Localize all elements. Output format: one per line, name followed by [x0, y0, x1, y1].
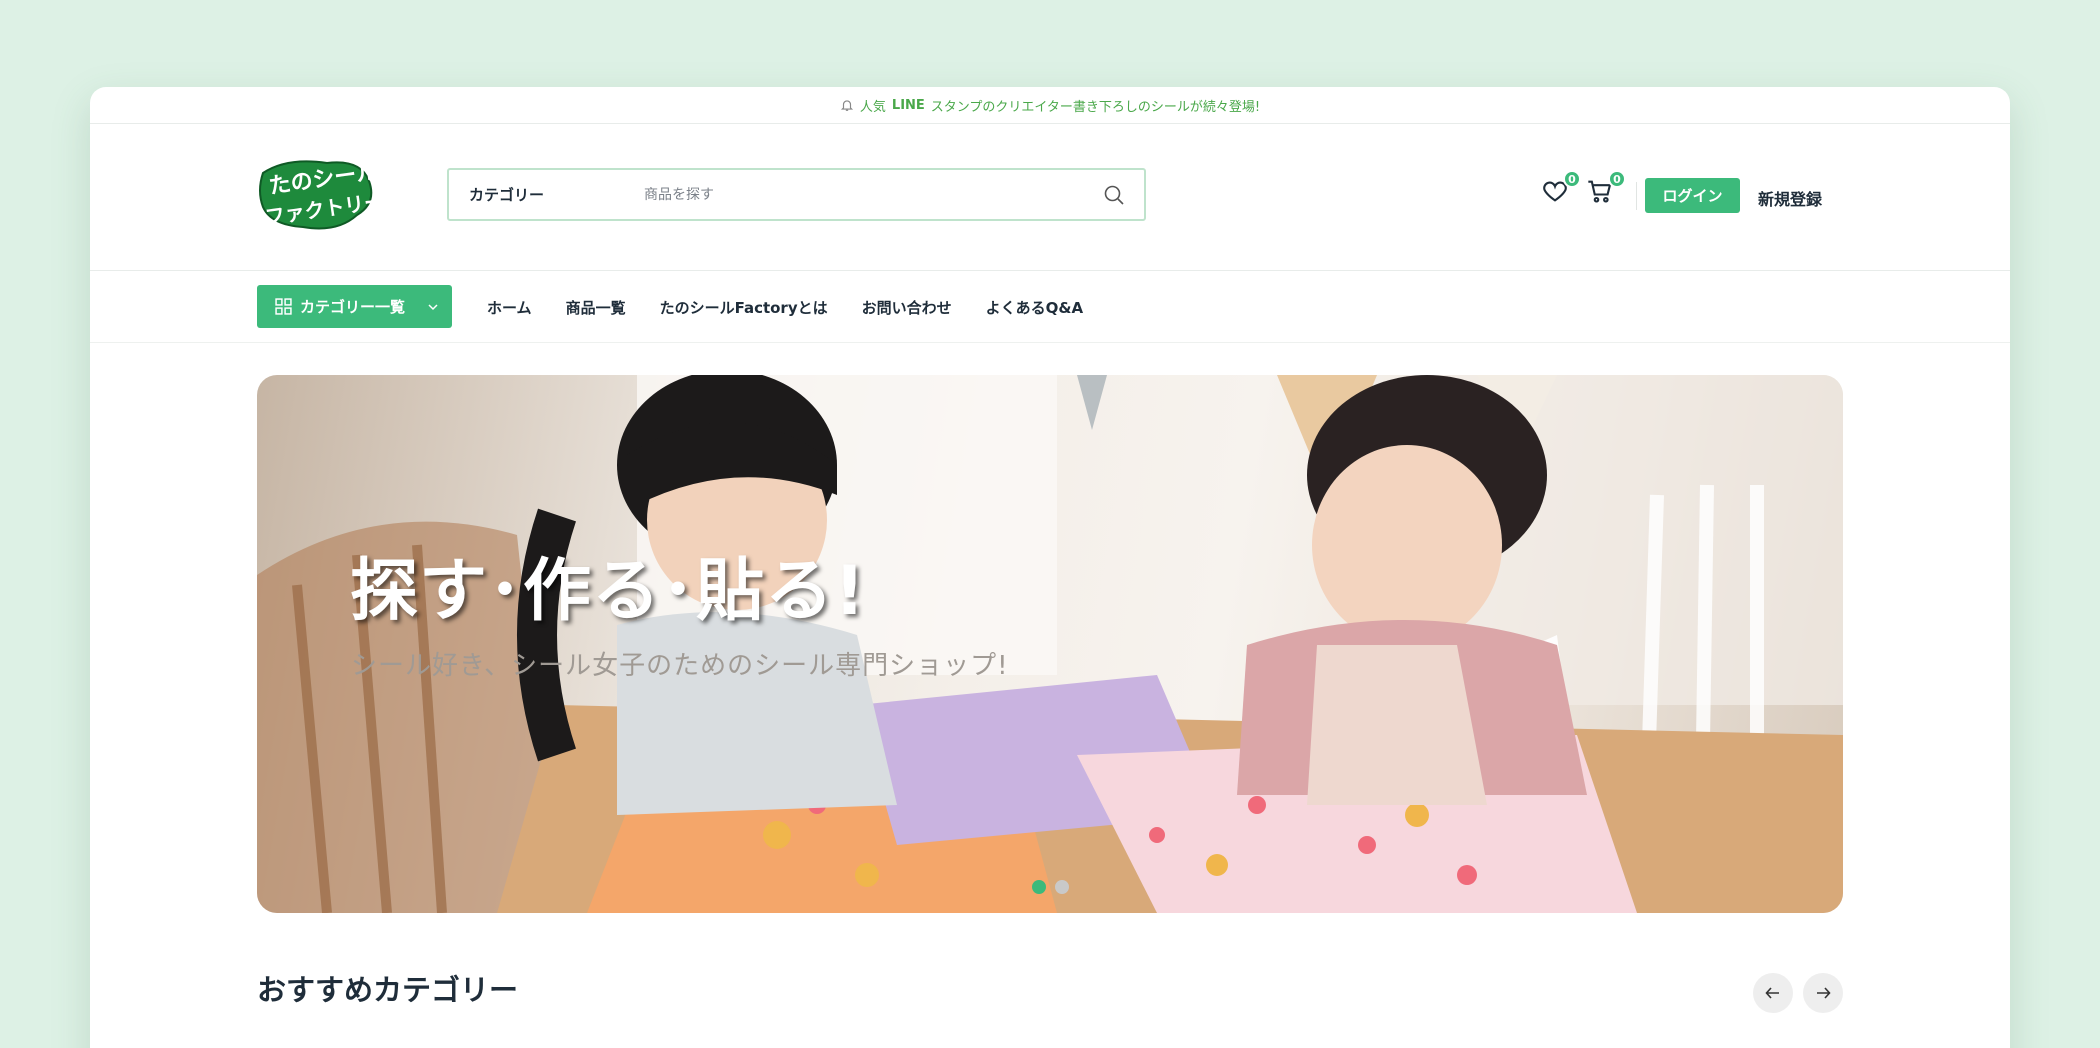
announcement-bar: 人気 LINE スタンプのクリエイター書き下ろしのシールが続々登場! [90, 87, 2010, 124]
carousel-dot-1[interactable] [1032, 880, 1046, 894]
carousel-dot-2[interactable] [1055, 880, 1069, 894]
hero-subtitle: シール好き、シール女子のためのシール専門ショップ! [351, 651, 1009, 681]
bell-icon [840, 100, 853, 111]
search-bar: カテゴリー [447, 168, 1146, 221]
grid-icon [275, 298, 292, 315]
browser-window: 人気 LINE スタンプのクリエイター書き下ろしのシールが続々登場! たのシール フ… [90, 87, 2010, 1048]
hero-title: 探す･作る･貼る! [350, 552, 867, 631]
logo-image: たのシール ファクトリー [259, 160, 386, 230]
search-input[interactable] [644, 186, 1102, 203]
announcement-prefix: 人気 [859, 99, 886, 115]
register-link[interactable]: 新規登録 [1758, 186, 1822, 210]
announcement-text: スタンプのクリエイター書き下ろしのシールが続々登場! [930, 99, 1261, 115]
nav-link-products[interactable]: 商品一覧 [566, 297, 626, 318]
search-icon[interactable] [1102, 183, 1126, 207]
cart-button[interactable]: 0 [1586, 170, 1626, 207]
site-logo[interactable]: たのシール ファクトリー [257, 153, 386, 233]
hero-banner[interactable]: 探す･作る･貼る! シール好き、シール女子のためのシール専門ショップ! [257, 375, 1843, 913]
wishlist-count-badge: 0 [1563, 170, 1581, 188]
arrow-left-icon [1765, 987, 1779, 999]
category-menu-button[interactable]: カテゴリー一覧 [257, 285, 452, 328]
arrow-right-icon [1817, 987, 1831, 999]
login-button[interactable]: ログイン [1645, 178, 1740, 213]
announcement-highlight: LINE [891, 97, 925, 113]
carousel-prev-button[interactable] [1753, 973, 1793, 1013]
chevron-down-icon [428, 303, 438, 310]
nav-links: ホーム 商品一覧 たのシールFactoryとは お問い合わせ よくあるQ&A [487, 271, 1083, 343]
main-nav: カテゴリー一覧 ホーム 商品一覧 たのシールFactoryとは お問い合わせ よ… [90, 271, 2010, 343]
nav-link-contact[interactable]: お問い合わせ [862, 297, 952, 318]
nav-link-about[interactable]: たのシールFactoryとは [660, 297, 828, 318]
recommended-categories-heading: おすすめカテゴリー [257, 973, 519, 1007]
nav-link-home[interactable]: ホーム [487, 297, 532, 318]
category-menu-label: カテゴリー一覧 [300, 298, 406, 316]
carousel-dots [1032, 880, 1069, 894]
nav-link-faq[interactable]: よくあるQ&A [986, 297, 1083, 318]
search-category-select[interactable]: カテゴリー [449, 184, 644, 205]
hero-photo [257, 375, 1843, 913]
carousel-next-button[interactable] [1803, 973, 1843, 1013]
header-divider [1636, 182, 1637, 210]
wishlist-button[interactable]: 0 [1541, 170, 1581, 207]
cart-count-badge: 0 [1608, 170, 1626, 188]
site-header: たのシール ファクトリー カテゴリー 0 0 ログイン 新規登録 [90, 124, 2010, 271]
